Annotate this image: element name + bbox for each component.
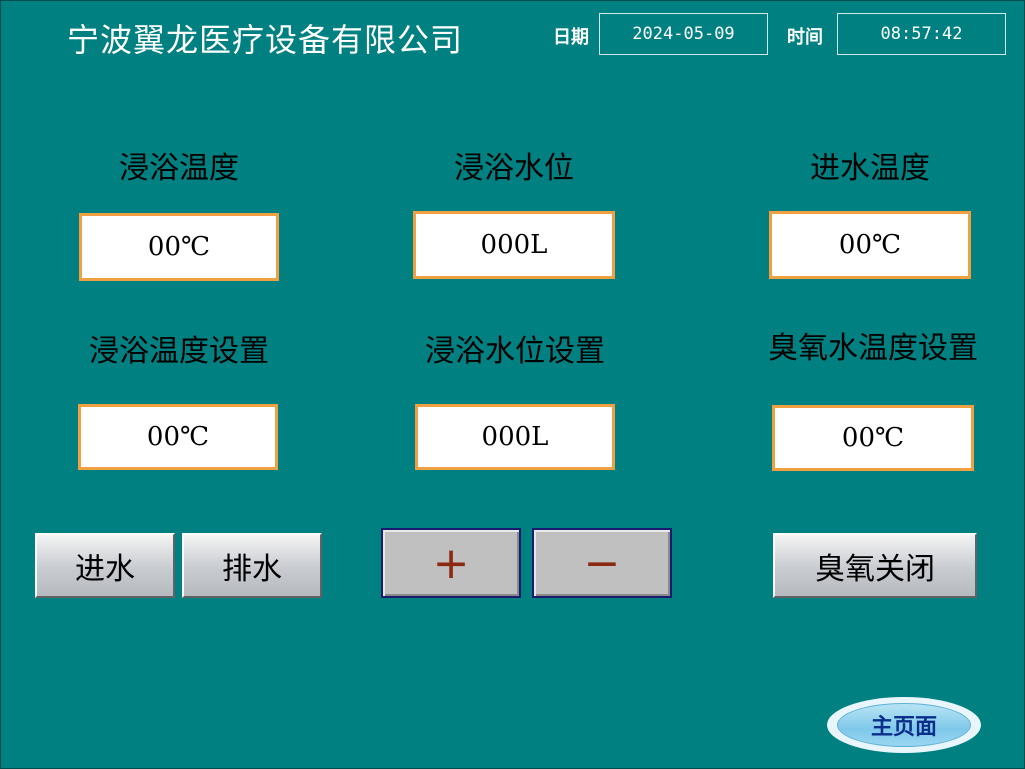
time-display: 08:57:42 <box>837 13 1006 55</box>
inlet-temp-title: 进水温度 <box>810 151 930 186</box>
minus-button[interactable]: − <box>532 528 672 598</box>
ozone-temp-set-input[interactable]: 00℃ <box>772 405 974 471</box>
date-display: 2024-05-09 <box>599 13 768 55</box>
bath-temp-set-input[interactable]: 00℃ <box>78 404 278 470</box>
bath-level-set-title: 浸浴水位设置 <box>425 334 605 369</box>
bath-temp-set-title: 浸浴温度设置 <box>89 334 269 369</box>
bath-level-title: 浸浴水位 <box>454 151 574 186</box>
home-button-label: 主页面 <box>837 703 971 747</box>
inlet-button[interactable]: 进水 <box>35 533 175 598</box>
ozone-toggle-button[interactable]: 臭氧关闭 <box>773 533 977 598</box>
ozone-temp-set-title: 臭氧水温度设置 <box>768 331 978 366</box>
plus-button[interactable]: + <box>381 528 521 598</box>
home-button[interactable]: 主页面 <box>827 697 981 753</box>
bath-level-value: 000L <box>413 211 615 279</box>
bath-temp-title: 浸浴温度 <box>119 151 239 186</box>
date-label: 日期 <box>553 27 589 48</box>
hmi-screen: 宁波翼龙医疗设备有限公司 日期 2024-05-09 时间 08:57:42 浸… <box>0 0 1025 769</box>
company-name: 宁波翼龙医疗设备有限公司 <box>67 21 464 59</box>
inlet-temp-value: 00℃ <box>769 211 971 279</box>
time-label: 时间 <box>787 27 823 48</box>
bath-level-set-input[interactable]: 000L <box>415 404 615 470</box>
bath-temp-value: 00℃ <box>79 213 279 281</box>
drain-button[interactable]: 排水 <box>182 533 322 598</box>
